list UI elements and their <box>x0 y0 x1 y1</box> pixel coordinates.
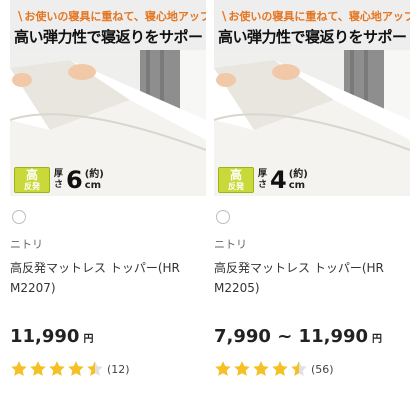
star-icon <box>87 361 103 376</box>
star-rating: (56) <box>214 360 334 378</box>
product-price: 11,990 円 <box>10 326 94 347</box>
high-resilience-badge: 高 反発 <box>218 167 254 193</box>
star-rating: (12) <box>10 360 130 378</box>
review-count[interactable]: (56) <box>311 363 334 376</box>
product-title[interactable]: 高反発マットレス トッパー(HR M2205) <box>214 258 404 298</box>
star-icon <box>11 361 27 376</box>
promo-headline: 高い弾力性で寝返りをサポート <box>14 28 206 46</box>
product-card[interactable]: \お使いの寝具に重ねて、寝心地アップ/ 高い弾力性で寝返りをサポート 高 反発 … <box>214 0 410 402</box>
star-icon <box>272 361 288 376</box>
star-icon <box>253 361 269 376</box>
star-icon <box>215 361 231 376</box>
star-icon <box>234 361 250 376</box>
high-resilience-badge: 高 反発 <box>14 167 50 193</box>
thickness-badge: 高 反発 厚 さ 4 (約) cm <box>218 166 308 194</box>
star-icon <box>49 361 65 376</box>
product-image[interactable]: \お使いの寝具に重ねて、寝心地アップ/ 高い弾力性で寝返りをサポート 高 反発 … <box>214 0 410 196</box>
color-swatch[interactable] <box>12 210 26 224</box>
review-count[interactable]: (12) <box>107 363 130 376</box>
product-image[interactable]: \お使いの寝具に重ねて、寝心地アップ/ 高い弾力性で寝返りをサポート 高 反発 … <box>10 0 206 196</box>
thickness-value: 6 <box>66 166 83 194</box>
brand-name: ニトリ <box>214 238 247 251</box>
promo-tagline: \お使いの寝具に重ねて、寝心地アップ/ <box>18 9 206 23</box>
thickness-value: 4 <box>270 166 287 194</box>
promo-headline: 高い弾力性で寝返りをサポート <box>218 28 410 46</box>
product-price: 7,990 ~ 11,990 円 <box>214 326 383 347</box>
star-icon <box>68 361 84 376</box>
color-swatch[interactable] <box>216 210 230 224</box>
star-icon <box>291 361 307 376</box>
star-icon <box>30 361 46 376</box>
thickness-badge: 高 反発 厚 さ 6 (約) cm <box>14 166 104 194</box>
product-title[interactable]: 高反発マットレス トッパー(HR M2207) <box>10 258 200 298</box>
brand-name: ニトリ <box>10 238 43 251</box>
promo-tagline: \お使いの寝具に重ねて、寝心地アップ/ <box>222 9 410 23</box>
product-card[interactable]: \お使いの寝具に重ねて、寝心地アップ/ 高い弾力性で寝返りをサポート 高 反発 … <box>10 0 206 402</box>
